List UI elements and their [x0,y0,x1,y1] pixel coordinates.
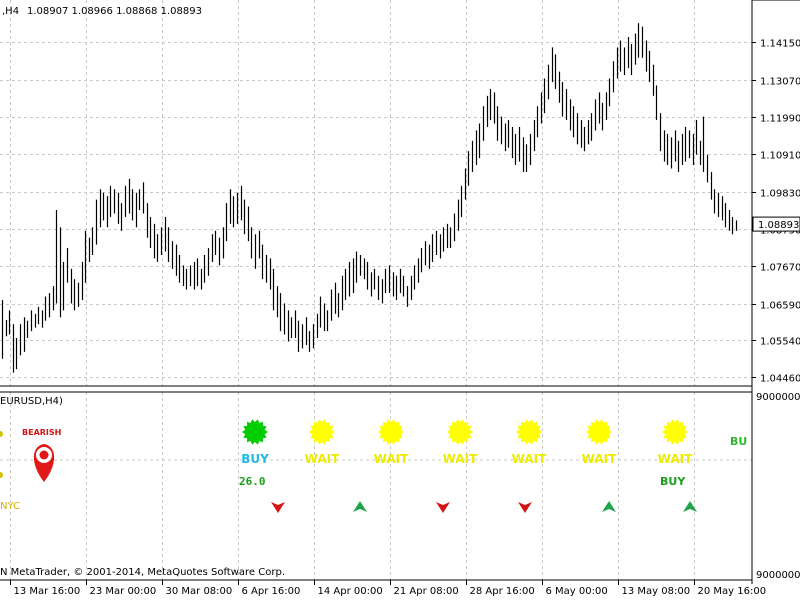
time-tick-label: 20 May 16:00 [698,586,767,597]
price-tick-label: 1.11990 [760,114,800,125]
signal-value-label: 26.0 [239,475,266,488]
time-tick-label: 13 Mar 16:00 [14,586,81,597]
chart-background [0,0,800,600]
copyright-footer: N MetaTrader, © 2001-2014, MetaQuotes So… [0,567,285,578]
pin-center [39,450,49,460]
signal-status-label: WAIT [305,452,340,466]
session-label: NYC [0,501,20,512]
chart-ohlc-values: 1.08907 1.08966 1.08868 1.08893 [27,6,202,17]
time-tick-label: 6 May 00:00 [546,586,608,597]
current-price-label: 1.08893 [758,220,799,231]
time-tick-label: 21 Apr 08:00 [394,586,459,597]
price-tick-label: 1.06590 [760,301,800,312]
buy-signal-label: BUY [660,475,686,488]
signal-status-label: BUY [241,452,269,466]
price-tick-label: 1.14150 [760,39,800,50]
chart-symbol-timeframe: ,H4 [2,6,19,17]
edge-buy-label: BU [730,435,747,448]
price-tick-label: 1.05540 [760,337,800,348]
signal-status-label: WAIT [512,452,547,466]
time-tick-label: 28 Apr 16:00 [470,586,535,597]
time-tick-label: 23 Mar 00:00 [90,586,157,597]
bearish-label: BEARISH [22,428,61,437]
current-price-marker: 1.08893 [752,216,800,232]
time-tick-label: 6 Apr 16:00 [242,586,301,597]
time-tick-label: 13 May 08:00 [622,586,691,597]
price-tick-label: 1.04460 [760,374,800,385]
indicator-window-label: EURUSD,H4) [0,396,63,407]
indicator-top-value: 9000000 [756,392,800,403]
signal-status-label: WAIT [443,452,478,466]
price-tick-label: 1.07670 [760,263,800,274]
chart-canvas[interactable]: 1.141501.130701.119901.109101.098301.087… [0,0,800,600]
signal-status-label: WAIT [658,452,693,466]
price-tick-label: 1.13070 [760,77,800,88]
time-tick-label: 30 Mar 08:00 [166,586,233,597]
indicator-bottom-value: 90000000 [756,570,800,581]
price-tick-label: 1.09830 [760,189,800,200]
signal-status-label: WAIT [582,452,617,466]
time-tick-label: 14 Apr 00:00 [318,586,383,597]
metatrader-chart-window: 1.141501.130701.119901.109101.098301.087… [0,0,800,600]
price-tick-label: 1.10910 [760,151,800,162]
signal-status-label: WAIT [374,452,409,466]
